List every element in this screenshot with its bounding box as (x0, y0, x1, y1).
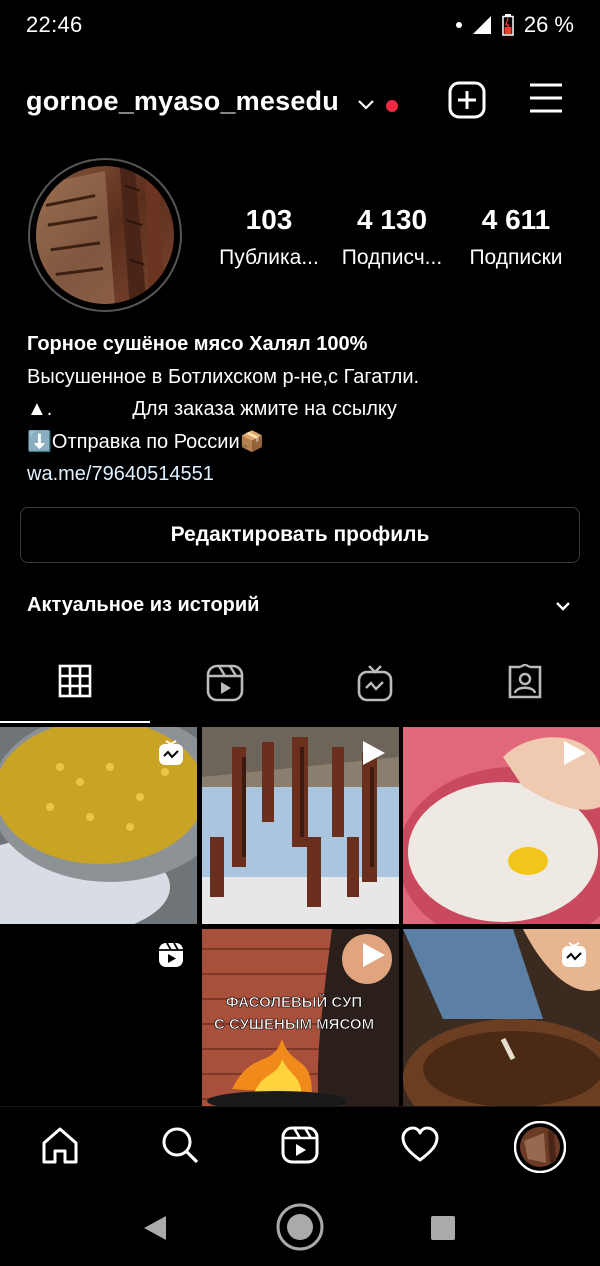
search-icon (162, 1127, 199, 1164)
play-icon (363, 943, 385, 967)
arrow-down-icon: ⬇️ (27, 430, 52, 453)
status-time: 22:46 (26, 12, 83, 37)
profile-avatar (513, 1120, 567, 1174)
post-thumbnail[interactable]: ФАСОЛЕВЫЙ СУП С СУШЕНЫМ МЯСОМ (202, 929, 399, 1126)
bio-line: ▲. Для заказа жмите на ссылку (27, 393, 419, 426)
post-thumbnail[interactable] (403, 727, 600, 924)
home-icon (42, 1127, 78, 1164)
chevron-down-icon[interactable] (356, 94, 376, 114)
clip-icon (562, 942, 586, 967)
play-icon (564, 741, 586, 765)
post-overlay-text-line2: С СУШЕНЫМ МЯСОМ (214, 1016, 374, 1033)
edit-profile-button[interactable]: Редактировать профиль (20, 507, 580, 563)
battery-percent: 26 % (523, 12, 574, 37)
nav-reels[interactable] (280, 1125, 320, 1170)
reels-icon (206, 664, 244, 702)
nav-home[interactable] (40, 1125, 80, 1170)
stat-posts[interactable]: 103 Публика... (207, 204, 331, 270)
grid-icon (58, 664, 92, 698)
recents-icon[interactable] (430, 1215, 456, 1241)
post-thumbnail[interactable] (0, 727, 197, 924)
bio-order-text: Для заказа жмите на ссылку (132, 398, 397, 420)
profile-bio: Горное сушёное мясо Халял 100% Высушенно… (27, 328, 419, 491)
bio-line: Высушенное в Ботлихском р-не,с Гагатли. (27, 365, 420, 388)
stat-following[interactable]: 4 611 Подписки (454, 204, 578, 270)
stat-posts-label: Публика... (219, 246, 319, 269)
reels-icon (159, 942, 183, 967)
highlights-label[interactable]: Актуальное из историй (27, 594, 259, 617)
post-thumbnail[interactable] (403, 929, 600, 1126)
play-icon (363, 741, 385, 765)
stat-followers-count: 4 130 (356, 204, 428, 235)
avatar-image (36, 166, 174, 304)
post-thumbnail[interactable] (202, 727, 399, 924)
tv-icon (357, 665, 393, 702)
stat-followers-label: Подписч... (341, 246, 443, 269)
reels-icon (281, 1126, 319, 1164)
status-indicators: 26 % (455, 12, 574, 38)
nav-activity[interactable] (400, 1125, 440, 1170)
system-navigation-bar (0, 1192, 600, 1266)
tab-tagged[interactable] (450, 664, 600, 722)
profile-avatar[interactable] (28, 158, 182, 312)
bottom-navigation (0, 1106, 600, 1193)
new-post-icon[interactable] (448, 81, 486, 119)
tab-grid[interactable] (0, 664, 150, 722)
stat-posts-count: 103 (245, 204, 293, 235)
stat-followers[interactable]: 4 130 Подписч... (330, 204, 454, 270)
stat-following-label: Подписки (469, 246, 563, 269)
bio-triangle: ▲. (27, 398, 53, 420)
notification-dot-icon (455, 22, 462, 28)
profile-username[interactable]: gornoe_myaso_mesedu (26, 86, 339, 117)
bio-link[interactable]: wa.me/79640514551 (27, 458, 419, 491)
tab-igtv[interactable] (300, 664, 450, 722)
battery-icon (502, 14, 514, 36)
chevron-down-icon[interactable] (554, 599, 572, 613)
post-overlay-text-line1: ФАСОЛЕВЫЙ СУП (226, 993, 362, 1011)
package-icon: 📦 (239, 430, 265, 453)
post-thumbnail[interactable] (0, 929, 197, 1126)
nav-search[interactable] (160, 1125, 200, 1170)
home-button-icon[interactable] (275, 1202, 325, 1252)
tagged-icon (508, 664, 542, 699)
heart-icon (401, 1126, 439, 1162)
notification-badge (386, 100, 398, 112)
menu-icon[interactable] (528, 82, 564, 114)
back-icon[interactable] (142, 1214, 168, 1242)
bio-name: Горное сушёное мясо Халял 100% (27, 333, 368, 355)
tab-reels[interactable] (150, 664, 300, 722)
bio-line: ⬇️Отправка по России📦 (27, 426, 419, 459)
signal-icon (472, 16, 491, 34)
bio-shipping-text: Отправка по России (51, 430, 240, 453)
stat-following-count: 4 611 (481, 204, 551, 235)
nav-profile[interactable] (513, 1120, 567, 1178)
clip-icon (159, 740, 183, 765)
active-tab-indicator (0, 721, 150, 723)
